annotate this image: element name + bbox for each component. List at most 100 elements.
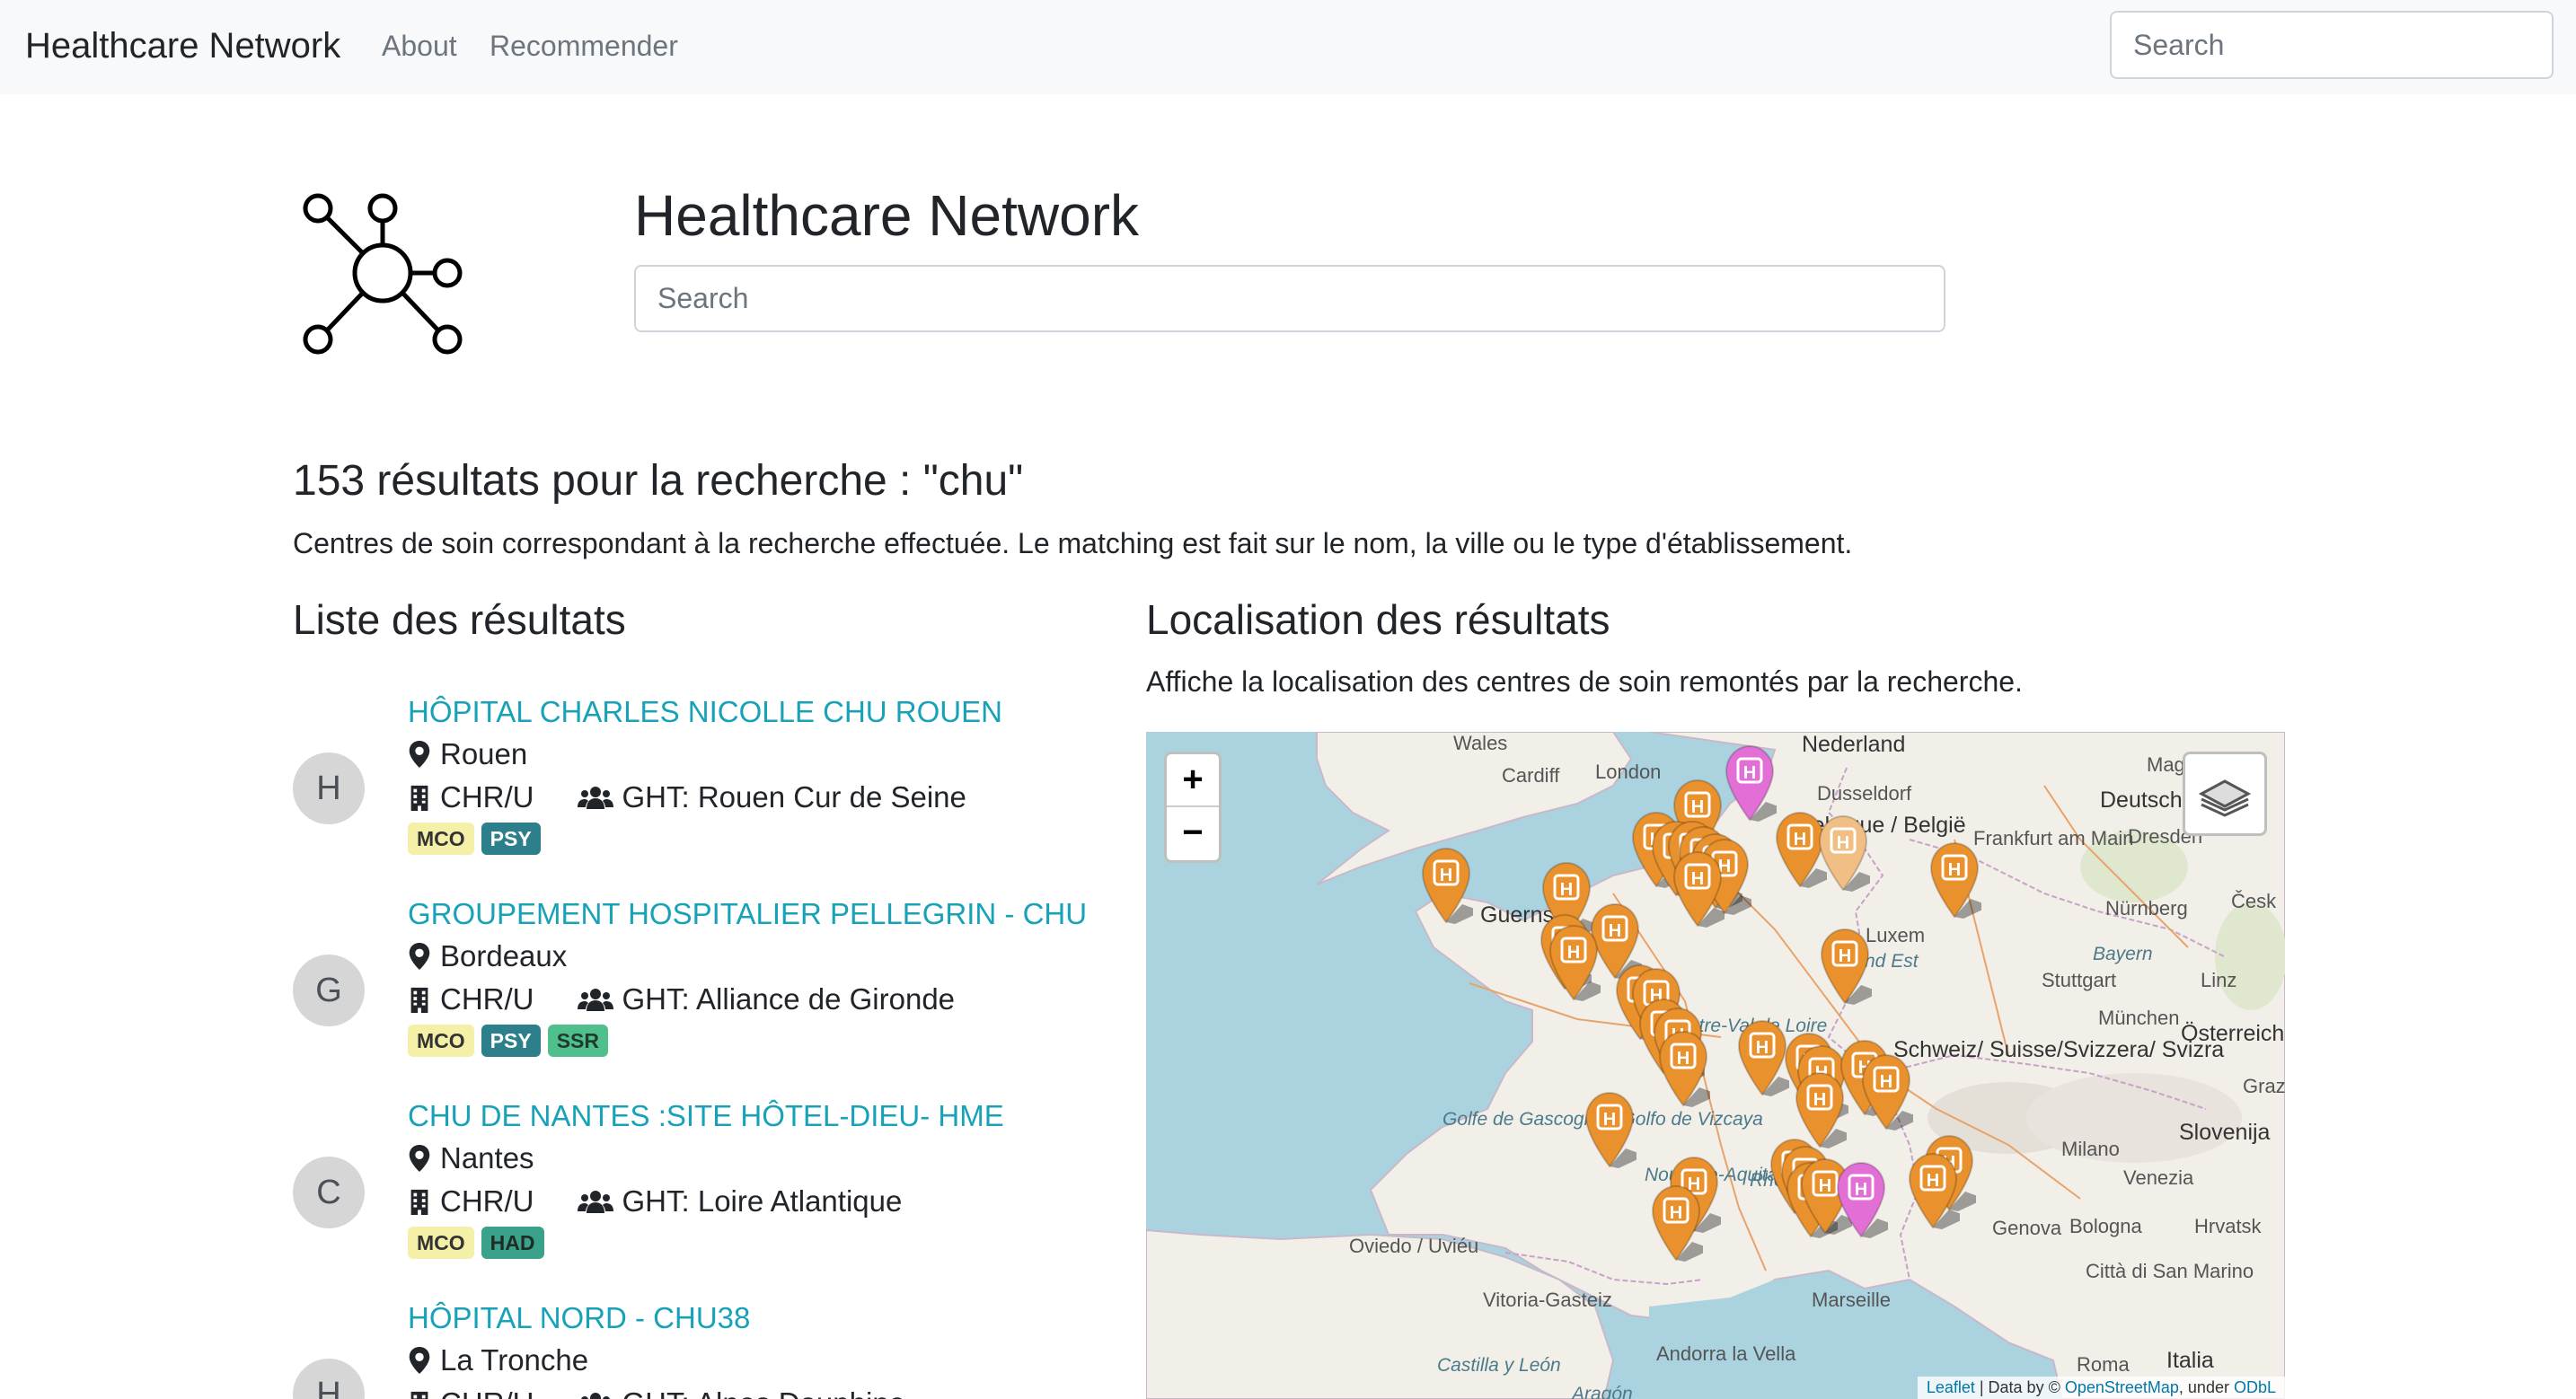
svg-text:H: H bbox=[1677, 1049, 1689, 1069]
map-zoom-in-button[interactable]: + bbox=[1167, 754, 1219, 807]
layers-icon bbox=[2198, 779, 2252, 817]
svg-text:H: H bbox=[1819, 1176, 1831, 1196]
hospital-marker-icon[interactable]: H bbox=[1656, 1028, 1719, 1112]
main-search-input[interactable] bbox=[634, 265, 1945, 332]
svg-text:H: H bbox=[1855, 1180, 1867, 1200]
result-city: Rouen bbox=[440, 737, 528, 770]
map-place-label: Andorra la Vella bbox=[1656, 1342, 1796, 1365]
result-badges: MCO PSY SSR bbox=[408, 1025, 1126, 1057]
hospital-marker-icon[interactable]: H bbox=[1906, 1150, 1969, 1234]
result-name-link[interactable]: HÔPITAL CHARLES NICOLLE CHU ROUEN bbox=[408, 691, 1126, 733]
map-place-label: Milano bbox=[2061, 1138, 2120, 1160]
result-avatar: H bbox=[293, 752, 365, 824]
result-city: La Tronche bbox=[440, 1343, 589, 1377]
svg-text:H: H bbox=[1567, 943, 1580, 963]
navbar-search-input[interactable] bbox=[2110, 11, 2554, 79]
result-ght: GHT: Loire Atlantique bbox=[622, 1184, 903, 1218]
navbar: Healthcare Network About Recommender bbox=[0, 0, 2576, 94]
nav-link-about[interactable]: About bbox=[382, 27, 457, 65]
result-ght: GHT: Alpes Dauphine bbox=[622, 1382, 906, 1399]
building-icon bbox=[410, 785, 428, 811]
svg-text:H: H bbox=[1880, 1072, 1892, 1092]
page-title: Healthcare Network bbox=[634, 183, 1139, 248]
hospital-marker-icon[interactable]: H bbox=[1818, 926, 1881, 1009]
svg-text:H: H bbox=[1691, 869, 1704, 889]
map-place-label: Graz bbox=[2243, 1075, 2285, 1097]
svg-text:H: H bbox=[1927, 1171, 1939, 1191]
leaflet-link[interactable]: Leaflet bbox=[1927, 1378, 1975, 1396]
svg-text:H: H bbox=[1691, 797, 1704, 817]
users-icon bbox=[577, 989, 613, 1011]
results-description: Centres de soin correspondant à la reche… bbox=[293, 527, 1853, 559]
nav-link-recommender[interactable]: Recommender bbox=[490, 27, 678, 65]
map-place-label: Oviedo / Uviéu bbox=[1349, 1235, 1479, 1257]
map-place-label: Dusseldorf bbox=[1817, 782, 1912, 805]
map-place-label: Venezia bbox=[2123, 1166, 2194, 1189]
map-pin-icon bbox=[409, 1145, 430, 1172]
svg-text:H: H bbox=[1813, 1090, 1826, 1110]
hospital-marker-icon[interactable]: H bbox=[1649, 1183, 1712, 1266]
svg-text:H: H bbox=[1837, 833, 1849, 853]
svg-text:H: H bbox=[1794, 830, 1806, 849]
result-name-link[interactable]: GROUPEMENT HOSPITALIER PELLEGRIN - CHU bbox=[408, 893, 1126, 935]
map-layers-button[interactable] bbox=[2183, 752, 2267, 836]
map-place-label: Marseille bbox=[1812, 1289, 1892, 1311]
map-place-label: Schweiz/ Suisse/Svizzera/ Svizra bbox=[1893, 1037, 2225, 1062]
result-city: Bordeaux bbox=[440, 939, 568, 972]
map-place-label: Nürnberg bbox=[2105, 897, 2188, 919]
hospital-marker-icon[interactable]: H bbox=[1735, 1017, 1798, 1101]
svg-text:H: H bbox=[1603, 1110, 1616, 1130]
odbl-link[interactable]: ODbL bbox=[2234, 1378, 2276, 1396]
map-zoom-control: + − bbox=[1164, 752, 1222, 863]
map-place-label: Genova bbox=[1992, 1217, 2062, 1239]
map-zoom-out-button[interactable]: − bbox=[1167, 807, 1219, 860]
result-avatar: G bbox=[293, 955, 365, 1026]
svg-text:H: H bbox=[1756, 1038, 1769, 1058]
map-place-label: Frankfurt am Main bbox=[1973, 827, 2134, 849]
results-map[interactable]: WalesCardiffLondonNederlandMagdeburgDuss… bbox=[1146, 732, 2285, 1399]
result-avatar: H bbox=[293, 1359, 365, 1399]
hospital-marker-icon[interactable]: H bbox=[1723, 743, 1786, 826]
hospital-marker-icon[interactable]: H bbox=[1834, 1159, 1897, 1243]
network-logo-icon bbox=[303, 193, 463, 355]
result-avatar: C bbox=[293, 1157, 365, 1228]
result-city: Nantes bbox=[440, 1141, 534, 1175]
map-place-label: Nederland bbox=[1802, 732, 1906, 757]
hospital-marker-icon[interactable]: H bbox=[1816, 813, 1879, 896]
hospital-marker-icon[interactable]: H bbox=[1547, 922, 1610, 1006]
users-icon bbox=[577, 1191, 613, 1213]
result-type: CHR/U bbox=[440, 780, 534, 814]
badge-had: HAD bbox=[481, 1227, 544, 1259]
building-icon bbox=[410, 1189, 428, 1215]
map-place-label: Bologna bbox=[2069, 1215, 2142, 1237]
hospital-marker-icon[interactable]: H bbox=[1419, 845, 1482, 928]
map-place-label: Wales bbox=[1453, 732, 1508, 754]
badge-psy: PSY bbox=[481, 1025, 541, 1057]
building-icon bbox=[410, 1391, 428, 1399]
map-attribution: Leaflet | Data by © OpenStreetMap, under… bbox=[1917, 1377, 2285, 1399]
map-place-label: Luxem bbox=[1866, 924, 1926, 946]
result-ght: GHT: Rouen Cur de Seine bbox=[622, 780, 966, 814]
svg-text:H: H bbox=[1440, 866, 1452, 885]
map-place-label: London bbox=[1595, 761, 1662, 783]
map-place-label: Linz bbox=[2201, 969, 2237, 991]
map-section-title: Localisation des résultats bbox=[1146, 596, 1610, 643]
map-place-label: Castilla y León bbox=[1437, 1355, 1561, 1376]
osm-link[interactable]: OpenStreetMap bbox=[2065, 1378, 2179, 1396]
navbar-brand[interactable]: Healthcare Network bbox=[25, 23, 340, 68]
svg-text:H: H bbox=[1670, 1203, 1682, 1223]
badge-psy: PSY bbox=[481, 823, 541, 855]
map-place-label: Roma bbox=[2077, 1353, 2130, 1376]
svg-text:H: H bbox=[1948, 860, 1961, 880]
result-name-link[interactable]: CHU DE NANTES :SITE HÔTEL-DIEU- HME bbox=[408, 1095, 1126, 1137]
hospital-marker-icon[interactable]: H bbox=[1928, 840, 1990, 923]
result-ght: GHT: Alliance de Gironde bbox=[622, 982, 956, 1016]
hospital-marker-icon[interactable]: H bbox=[1671, 849, 1734, 932]
result-name-link[interactable]: HÔPITAL NORD - CHU38 bbox=[408, 1298, 1126, 1339]
hospital-marker-icon[interactable]: H bbox=[1859, 1051, 1922, 1135]
badge-mco: MCO bbox=[408, 823, 474, 855]
attribution-text: | Data by © bbox=[1974, 1378, 2065, 1396]
hospital-marker-icon[interactable]: H bbox=[1583, 1089, 1645, 1173]
users-icon bbox=[580, 1393, 610, 1399]
map-section-description: Affiche la localisation des centres de s… bbox=[1146, 665, 2023, 698]
